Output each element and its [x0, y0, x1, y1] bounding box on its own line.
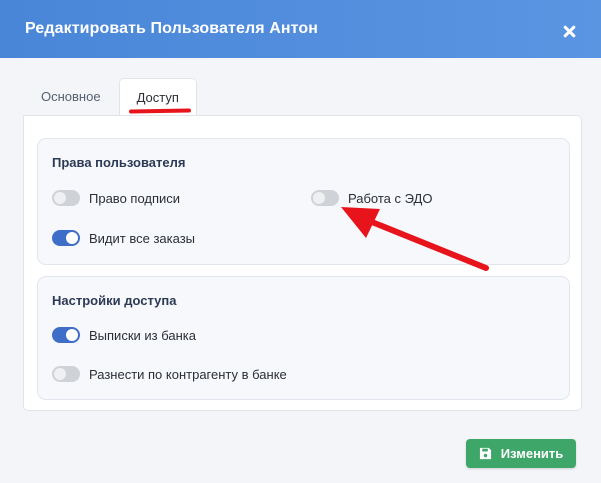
user-rights-card: Права пользователя Право подписи Работа …	[37, 138, 570, 265]
edit-user-dialog: Редактировать Пользователя Антон Основно…	[0, 0, 601, 483]
tab-bar: Основное Доступ	[23, 78, 197, 116]
access-settings-title: Настройки доступа	[52, 293, 177, 308]
all-orders-toggle[interactable]	[52, 230, 80, 246]
tab-general[interactable]: Основное	[23, 78, 119, 115]
tab-access[interactable]: Доступ	[118, 78, 197, 116]
tab-access-label: Доступ	[136, 90, 179, 105]
bank-statements-label: Выписки из банка	[89, 327, 196, 343]
user-rights-title: Права пользователя	[52, 155, 186, 170]
toggle-row-edo[interactable]: Работа с ЭДО	[311, 190, 432, 206]
tab-content-panel: Права пользователя Право подписи Работа …	[23, 115, 582, 411]
signature-toggle[interactable]	[52, 190, 80, 206]
signature-label: Право подписи	[89, 190, 181, 206]
bank-statements-toggle[interactable]	[52, 327, 80, 343]
save-button[interactable]: Изменить	[466, 439, 576, 468]
toggle-row-bank-statements[interactable]: Выписки из банка	[52, 327, 196, 343]
toggle-row-allocate-counterparty[interactable]: Разнести по контрагенту в банке	[52, 366, 287, 382]
access-settings-card: Настройки доступа Выписки из банка Разне…	[37, 276, 570, 400]
close-icon[interactable]	[559, 22, 579, 42]
toggle-row-all-orders[interactable]: Видит все заказы	[52, 230, 195, 246]
edo-toggle[interactable]	[311, 190, 339, 206]
toggle-row-signature[interactable]: Право подписи	[52, 190, 180, 206]
dialog-title: Редактировать Пользователя Антон	[25, 20, 318, 37]
floppy-disk-icon	[479, 447, 491, 460]
allocate-counterparty-label: Разнести по контрагенту в банке	[89, 366, 287, 382]
edo-label: Работа с ЭДО	[348, 190, 433, 206]
dialog-header: Редактировать Пользователя Антон	[0, 0, 601, 58]
save-button-label: Изменить	[500, 446, 564, 461]
allocate-counterparty-toggle[interactable]	[52, 366, 80, 382]
red-underline-annotation	[128, 108, 191, 114]
all-orders-label: Видит все заказы	[89, 230, 195, 246]
